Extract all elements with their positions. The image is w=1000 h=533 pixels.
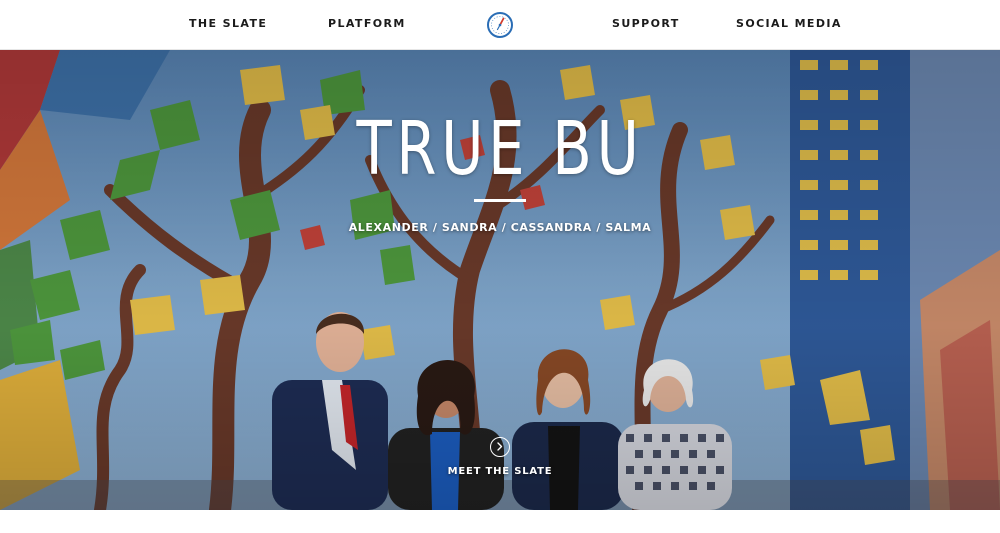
nav-the-slate[interactable]: THE SLATE bbox=[189, 17, 267, 30]
top-navigation: THE SLATE PLATFORM SUPPORT SOCIAL MEDIA bbox=[0, 0, 1000, 50]
chevron-right-circle-icon[interactable] bbox=[490, 437, 510, 457]
title-divider bbox=[474, 199, 526, 202]
nav-social-media[interactable]: SOCIAL MEDIA bbox=[736, 17, 842, 30]
meet-the-slate-link[interactable]: MEET THE SLATE bbox=[0, 466, 1000, 477]
nav-support[interactable]: SUPPORT bbox=[612, 17, 680, 30]
hero-title: TRUE BU bbox=[356, 106, 644, 192]
candidate-names: ALEXANDER / SANDRA / CASSANDRA / SALMA bbox=[348, 221, 652, 234]
nav-platform[interactable]: PLATFORM bbox=[328, 17, 406, 30]
hero-banner: TRUE BU ALEXANDER / SANDRA / CASSANDRA /… bbox=[0, 50, 1000, 510]
compass-icon[interactable] bbox=[486, 11, 514, 39]
